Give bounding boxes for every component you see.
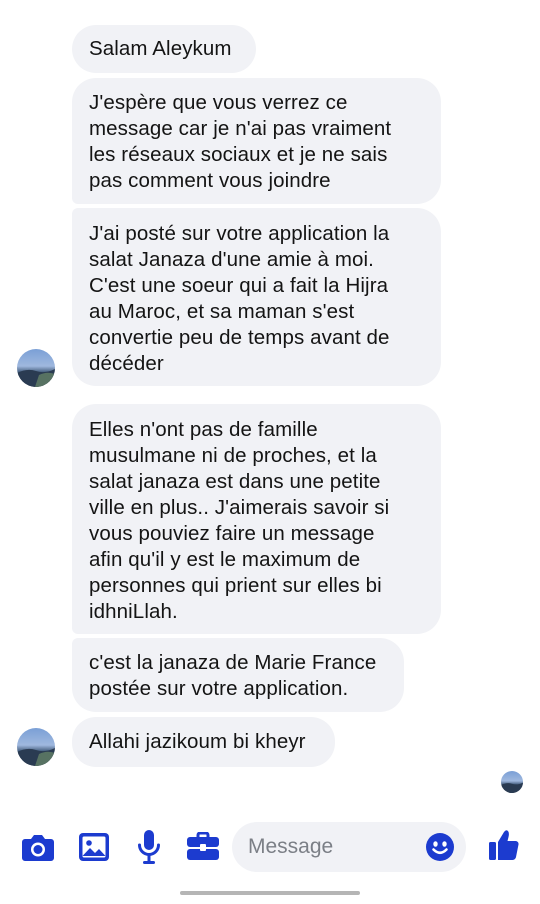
avatar-image: [17, 349, 55, 387]
thumbs-up-icon: [489, 830, 519, 861]
home-indicator[interactable]: [180, 891, 360, 895]
sender-avatar[interactable]: [17, 728, 55, 766]
camera-button[interactable]: [21, 831, 55, 863]
message-text: J'ai posté sur votre application la sala…: [89, 222, 390, 375]
message-bubble[interactable]: Elles n'ont pas de famille musulmane ni …: [72, 404, 441, 634]
message-text: c'est la janaza de Marie France postée s…: [89, 651, 377, 700]
seen-avatar-image: [501, 771, 523, 793]
more-apps-button[interactable]: [186, 830, 220, 862]
seen-indicator-avatar: [501, 771, 523, 793]
message-text: Elles n'ont pas de famille musulmane ni …: [89, 418, 390, 623]
microphone-icon: [138, 830, 160, 864]
emoji-button[interactable]: [426, 833, 454, 861]
message-bubble[interactable]: c'est la janaza de Marie France postée s…: [72, 638, 404, 712]
message-text: Allahi jazikoum bi kheyr: [89, 730, 306, 753]
message-bubble[interactable]: Salam Aleykum: [72, 25, 256, 73]
message-text: Salam Aleykum: [89, 37, 232, 60]
briefcase-icon: [187, 832, 219, 860]
emoji-icon: [426, 833, 454, 861]
sender-avatar[interactable]: [17, 349, 55, 387]
message-bubble[interactable]: J'espère que vous verrez ce message car …: [72, 78, 441, 204]
message-input[interactable]: [248, 822, 418, 872]
camera-icon: [22, 835, 54, 861]
message-input-container[interactable]: [232, 822, 466, 872]
message-text: J'espère que vous verrez ce message car …: [89, 91, 392, 192]
voice-button[interactable]: [136, 829, 162, 865]
like-button[interactable]: [488, 828, 520, 862]
message-bubble[interactable]: Allahi jazikoum bi kheyr: [72, 717, 335, 767]
gallery-button[interactable]: [78, 832, 110, 862]
avatar-image: [17, 728, 55, 766]
image-icon: [79, 833, 109, 861]
message-bubble[interactable]: J'ai posté sur votre application la sala…: [72, 208, 441, 386]
